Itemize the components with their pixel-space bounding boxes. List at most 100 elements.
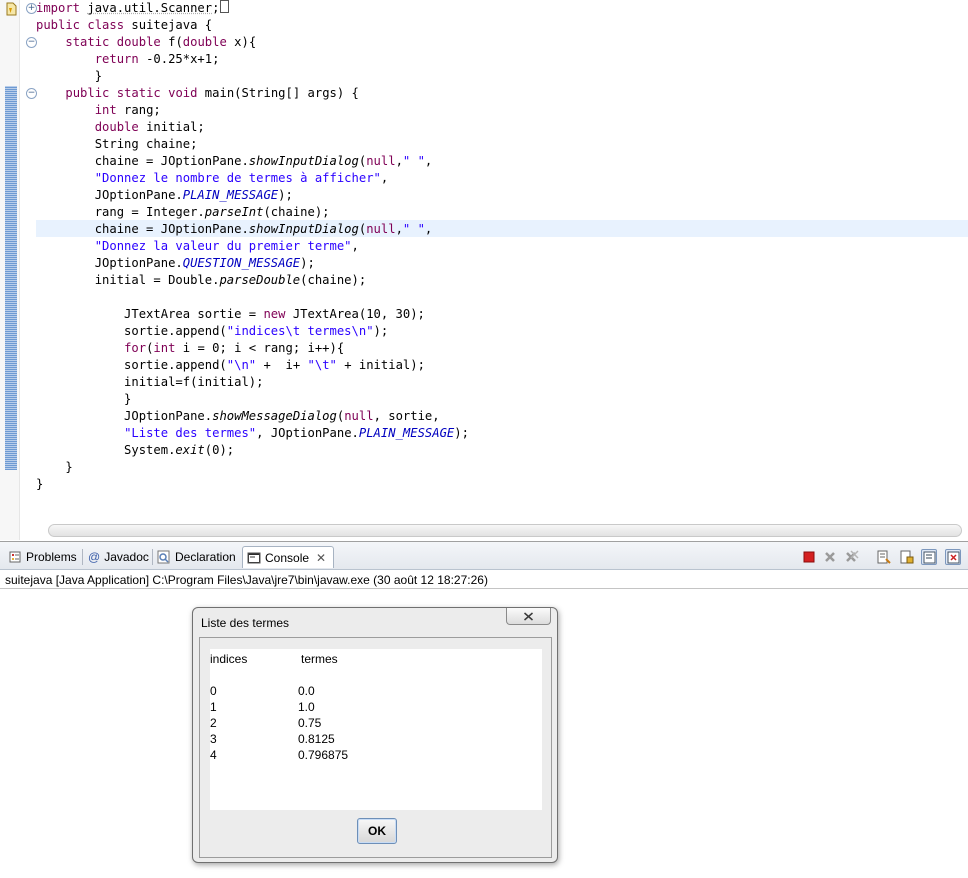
- code-line: String chaine;: [36, 136, 469, 153]
- term-index: 1: [210, 700, 217, 714]
- remove-all-terminated-icon[interactable]: [844, 549, 860, 565]
- clear-console-icon[interactable]: [876, 549, 892, 565]
- code-token: showMessageDialog: [212, 409, 337, 423]
- code-token: null: [366, 222, 396, 236]
- code-token: initial;: [138, 120, 205, 134]
- close-button[interactable]: [506, 608, 551, 625]
- column-header-indices: indices: [210, 652, 248, 666]
- code-token: JOptionPane.: [36, 409, 213, 423]
- show-on-stdout-icon[interactable]: [921, 549, 937, 565]
- code-token: }: [36, 477, 44, 491]
- tab-console[interactable]: Console ✕: [242, 546, 334, 568]
- close-tab-icon[interactable]: ✕: [316, 551, 326, 565]
- horizontal-scrollbar[interactable]: [36, 522, 966, 538]
- ok-button[interactable]: OK: [357, 818, 397, 844]
- code-token: }: [36, 392, 132, 406]
- code-line: for(int i = 0; i < rang; i++){: [36, 340, 469, 357]
- terminate-icon[interactable]: [801, 549, 817, 565]
- code-token: for: [124, 341, 147, 355]
- code-token: showInputDialog: [248, 222, 359, 236]
- code-token: sortie.append(: [36, 324, 227, 338]
- code-token: null: [366, 154, 396, 168]
- output-text-area[interactable]: indices termes 0 0.0 1 1.0 2 0.75 3 0.8125 4 0.79…: [210, 649, 542, 810]
- show-on-stderr-icon[interactable]: [945, 549, 961, 565]
- code-token: , sortie,: [373, 409, 440, 423]
- code-token: }: [36, 460, 73, 474]
- code-token: chaine = JOptionPane.: [36, 222, 249, 236]
- code-line: JOptionPane.QUESTION_MESSAGE);: [36, 255, 469, 272]
- tab-javadoc[interactable]: @ Javadoc: [84, 546, 152, 568]
- editor-gutter: [0, 0, 20, 540]
- code-token: QUESTION_MESSAGE: [182, 256, 301, 270]
- scroll-lock-icon[interactable]: [899, 549, 915, 565]
- scrollbar-thumb[interactable]: [48, 524, 962, 537]
- code-line: JOptionPane.showMessageDialog(null, sort…: [36, 408, 469, 425]
- term-index: 0: [210, 684, 217, 698]
- message-dialog: Liste des termes indices termes 0 0.0 1 1.0…: [192, 607, 558, 863]
- javadoc-icon: @: [88, 550, 101, 564]
- term-value: 1.0: [298, 700, 315, 714]
- dialog-title: Liste des termes: [201, 616, 290, 630]
- code-line: rang = Integer.parseInt(chaine);: [36, 204, 469, 221]
- code-token: (chaine);: [263, 205, 330, 219]
- code-token: JTextArea sortie =: [36, 307, 264, 321]
- term-index: 3: [210, 732, 217, 746]
- code-token: );: [454, 426, 469, 440]
- code-token: f(: [160, 35, 183, 49]
- tab-problems[interactable]: Problems: [4, 546, 82, 568]
- code-line: static double f(double x){: [36, 34, 469, 51]
- code-line: }: [36, 391, 469, 408]
- remove-launch-icon[interactable]: [822, 549, 838, 565]
- code-line: }: [36, 476, 469, 493]
- code-token: );: [300, 256, 315, 270]
- code-token: new: [263, 307, 286, 321]
- dialog-content: indices termes 0 0.0 1 1.0 2 0.75 3 0.8125 4 0.79…: [199, 637, 552, 858]
- code-token: int: [153, 341, 176, 355]
- code-line: initial = Double.parseDouble(chaine);: [36, 272, 469, 289]
- code-editor[interactable]: + − − import java.util.Scanner; public cl…: [0, 0, 968, 540]
- code-token: int: [94, 103, 117, 117]
- term-value: 0.8125: [298, 732, 335, 746]
- code-line: "Liste des termes", JOptionPane.PLAIN_ME…: [36, 425, 469, 442]
- code-token: + initial);: [336, 358, 425, 372]
- quick-assist-marker[interactable]: [220, 0, 230, 13]
- code-token: null: [344, 409, 374, 423]
- code-token: x){: [226, 35, 257, 49]
- term-value: 0.0: [298, 684, 315, 698]
- code-token: (chaine);: [300, 273, 367, 287]
- code-token: + i+: [256, 358, 308, 372]
- code-line: double initial;: [36, 119, 469, 136]
- term-index: 4: [210, 748, 217, 762]
- code-token: PLAIN_MESSAGE: [182, 188, 279, 202]
- code-token: "indices\t termes\n": [226, 324, 374, 338]
- code-token: -0.25*x+1;: [138, 52, 220, 66]
- term-value: 0.75: [298, 716, 322, 730]
- code-token: initial = Double.: [36, 273, 220, 287]
- code-token: (0);: [204, 443, 235, 457]
- code-token: double: [116, 35, 161, 49]
- tab-declaration[interactable]: Declaration: [153, 546, 241, 568]
- tab-label: Javadoc: [104, 550, 149, 564]
- code-token: JOptionPane.: [36, 256, 183, 270]
- code-line: System.exit(0);: [36, 442, 469, 459]
- view-tab-bar: Problems @ Javadoc Declaration Console ✕: [0, 542, 968, 570]
- source-code[interactable]: import java.util.Scanner; public class su…: [36, 0, 469, 493]
- code-line: public static void main(String[] args) {: [36, 85, 469, 102]
- code-token: i = 0; i < rang; i++){: [175, 341, 345, 355]
- code-token: rang;: [116, 103, 161, 117]
- code-line: }: [36, 459, 469, 476]
- code-token: ;: [212, 1, 220, 15]
- code-token: );: [373, 324, 389, 338]
- code-token: ,: [424, 154, 433, 168]
- code-line: JTextArea sortie = new JTextArea(10, 30)…: [36, 306, 469, 323]
- code-token: public: [65, 86, 110, 100]
- code-line: }: [36, 68, 469, 85]
- code-line: public class suitejava {: [36, 17, 469, 34]
- code-token: void: [168, 86, 198, 100]
